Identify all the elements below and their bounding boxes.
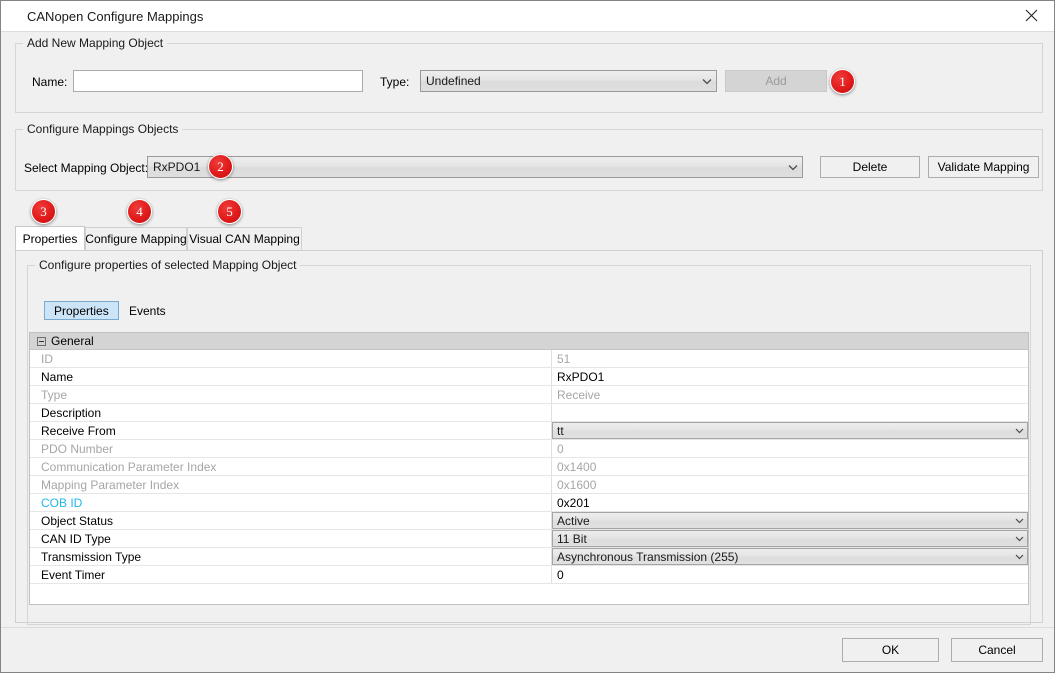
collapse-icon[interactable] — [37, 337, 46, 346]
grid-row-value[interactable]: tt — [552, 422, 1028, 439]
grid-row[interactable]: COB ID0x201 — [30, 494, 1028, 512]
grid-row-value[interactable]: Receive — [552, 386, 1028, 403]
window-title: CANopen Configure Mappings — [27, 9, 203, 24]
grid-row-name: Description — [30, 404, 552, 421]
grid-row-value[interactable]: Active — [552, 512, 1028, 529]
chevron-down-icon — [1011, 428, 1027, 434]
grid-row[interactable]: ID51 — [30, 350, 1028, 368]
type-dropdown[interactable]: Undefined — [420, 70, 717, 92]
configure-mappings-group-title: Configure Mappings Objects — [23, 122, 182, 136]
configure-properties-group-title: Configure properties of selected Mapping… — [35, 258, 300, 272]
grid-value-dropdown-text: 11 Bit — [553, 532, 1011, 546]
grid-row[interactable]: Receive Fromtt — [30, 422, 1028, 440]
chevron-down-icon — [1011, 518, 1027, 524]
grid-value-dropdown-text: tt — [553, 424, 1011, 438]
grid-row-name: Type — [30, 386, 552, 403]
subtab-events[interactable]: Events — [119, 301, 176, 320]
name-input[interactable] — [73, 70, 363, 92]
grid-row-value[interactable]: 0x1400 — [552, 458, 1028, 475]
annotation-badge-3: 3 — [31, 199, 56, 224]
grid-row[interactable]: Mapping Parameter Index0x1600 — [30, 476, 1028, 494]
ok-button[interactable]: OK — [842, 638, 939, 662]
grid-row[interactable]: Description — [30, 404, 1028, 422]
grid-value-dropdown[interactable]: Asynchronous Transmission (255) — [552, 548, 1028, 565]
main-tab-control: Properties Configure Mapping Visual CAN … — [15, 227, 1043, 623]
subtab-properties[interactable]: Properties — [44, 301, 119, 320]
grid-row-name: ID — [30, 350, 552, 367]
delete-button[interactable]: Delete — [820, 156, 920, 178]
grid-value-dropdown[interactable]: Active — [552, 512, 1028, 529]
grid-row[interactable]: NameRxPDO1 — [30, 368, 1028, 386]
grid-value-dropdown-text: Active — [553, 514, 1011, 528]
grid-row-name: Event Timer — [30, 566, 552, 583]
select-mapping-object-value: RxPDO1 — [148, 160, 784, 174]
close-icon[interactable] — [1008, 1, 1054, 30]
grid-value-dropdown[interactable]: tt — [552, 422, 1028, 439]
type-dropdown-value: Undefined — [421, 74, 698, 88]
grid-row-name: COB ID — [30, 494, 552, 511]
property-grid[interactable]: General ID51NameRxPDO1TypeReceiveDescrip… — [29, 332, 1029, 605]
chevron-down-icon — [1011, 554, 1027, 560]
grid-row-name: Mapping Parameter Index — [30, 476, 552, 493]
grid-row-value[interactable]: 0 — [552, 566, 1028, 583]
grid-row-name: Name — [30, 368, 552, 385]
grid-category-label: General — [51, 334, 94, 348]
tab-properties[interactable]: Properties — [15, 226, 85, 250]
dialog-window: CANopen Configure Mappings Add New Mappi… — [0, 0, 1055, 673]
grid-row-name: Receive From — [30, 422, 552, 439]
grid-row-value[interactable]: 0 — [552, 440, 1028, 457]
grid-row-value[interactable]: 0x201 — [552, 494, 1028, 511]
grid-row[interactable]: Communication Parameter Index0x1400 — [30, 458, 1028, 476]
grid-row-value[interactable]: 51 — [552, 350, 1028, 367]
grid-row[interactable]: Event Timer0 — [30, 566, 1028, 584]
grid-row-value[interactable] — [552, 404, 1028, 421]
grid-row[interactable]: TypeReceive — [30, 386, 1028, 404]
grid-row-name: Object Status — [30, 512, 552, 529]
annotation-badge-1: 1 — [830, 69, 855, 94]
add-new-mapping-group-title: Add New Mapping Object — [23, 36, 167, 50]
grid-row-name: Transmission Type — [30, 548, 552, 565]
annotation-badge-2: 2 — [208, 154, 233, 179]
annotation-badge-5: 5 — [217, 199, 242, 224]
title-bar: CANopen Configure Mappings — [1, 1, 1054, 32]
main-tab-headers: Properties Configure Mapping Visual CAN … — [15, 227, 1043, 250]
grid-row-name: PDO Number — [30, 440, 552, 457]
grid-value-dropdown[interactable]: 11 Bit — [552, 530, 1028, 547]
grid-row-value[interactable]: 0x1600 — [552, 476, 1028, 493]
add-button[interactable]: Add — [725, 70, 827, 92]
grid-row[interactable]: CAN ID Type11 Bit — [30, 530, 1028, 548]
grid-category-row[interactable]: General — [30, 333, 1028, 350]
grid-empty-area — [30, 584, 1028, 605]
chevron-down-icon — [784, 164, 802, 171]
select-mapping-object-label: Select Mapping Object: — [24, 161, 148, 175]
tab-panel-properties: Configure properties of selected Mapping… — [15, 250, 1043, 623]
cancel-button[interactable]: Cancel — [951, 638, 1043, 662]
validate-mapping-button[interactable]: Validate Mapping — [928, 156, 1039, 178]
grid-row-value[interactable]: Asynchronous Transmission (255) — [552, 548, 1028, 565]
tab-visual-can-mapping[interactable]: Visual CAN Mapping — [187, 227, 302, 250]
grid-value-dropdown-text: Asynchronous Transmission (255) — [553, 550, 1011, 564]
grid-row-value[interactable]: RxPDO1 — [552, 368, 1028, 385]
chevron-down-icon — [698, 78, 716, 85]
name-label: Name: — [32, 75, 67, 89]
grid-row-value[interactable]: 11 Bit — [552, 530, 1028, 547]
tab-configure-mapping[interactable]: Configure Mapping — [85, 227, 187, 250]
grid-row[interactable]: Transmission TypeAsynchronous Transmissi… — [30, 548, 1028, 566]
grid-row[interactable]: Object StatusActive — [30, 512, 1028, 530]
grid-rows: ID51NameRxPDO1TypeReceiveDescriptionRece… — [30, 350, 1028, 584]
grid-row[interactable]: PDO Number0 — [30, 440, 1028, 458]
select-mapping-object-dropdown[interactable]: RxPDO1 — [147, 156, 803, 178]
type-label: Type: — [380, 75, 409, 89]
chevron-down-icon — [1011, 536, 1027, 542]
annotation-badge-4: 4 — [127, 199, 152, 224]
grid-row-name: Communication Parameter Index — [30, 458, 552, 475]
footer-bar: OK Cancel — [1, 628, 1054, 673]
grid-row-name: CAN ID Type — [30, 530, 552, 547]
